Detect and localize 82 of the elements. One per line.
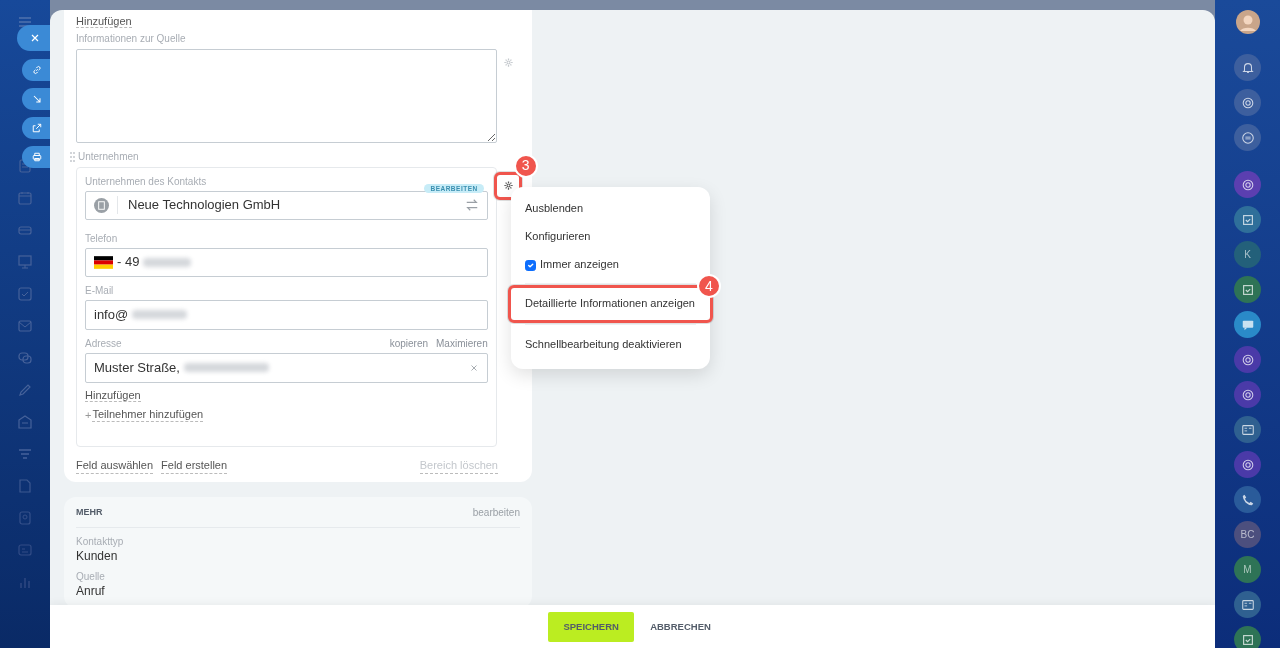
app-button[interactable] xyxy=(1234,381,1261,408)
app-button[interactable] xyxy=(1234,346,1261,373)
app-button[interactable] xyxy=(1234,206,1261,233)
add-link[interactable]: Hinzufügen xyxy=(85,388,141,402)
checkbox-icon xyxy=(17,286,33,302)
menu-item[interactable]: Ausblenden xyxy=(511,195,710,223)
field-value: info@ xyxy=(94,306,129,323)
app-button[interactable] xyxy=(1234,416,1261,443)
save-button[interactable]: SPEICHERN xyxy=(548,611,635,642)
field-label: E-Mail xyxy=(85,284,115,297)
gear-icon xyxy=(502,180,514,192)
drag-handle-icon[interactable] xyxy=(69,150,76,163)
contact-icon xyxy=(17,510,33,526)
calendar-icon xyxy=(17,190,33,206)
arrow-icon xyxy=(31,93,43,105)
task-icon xyxy=(1240,212,1255,227)
cancel-button[interactable]: ABBRECHEN xyxy=(644,619,717,634)
external-link-button[interactable] xyxy=(22,117,52,139)
pencil-icon xyxy=(17,382,33,398)
app-button[interactable] xyxy=(1234,626,1261,648)
company-field[interactable]: Neue Technologien GmbH xyxy=(85,190,488,220)
notification-icon xyxy=(1240,60,1255,75)
address-field[interactable]: Muster Straße, xyxy=(85,352,488,383)
field-link[interactable]: Feld erstellen xyxy=(161,459,228,474)
store-icon xyxy=(17,414,33,430)
field-label: Telefon xyxy=(85,232,119,245)
step-badge: 3 xyxy=(513,153,538,178)
task-icon xyxy=(1240,282,1255,297)
step-badge: 4 xyxy=(697,274,721,298)
user-avatar[interactable]: K xyxy=(1234,241,1261,268)
external-link-icon xyxy=(31,122,43,134)
contact-card-icon xyxy=(1240,422,1255,437)
field-label: Unternehmen des Kontakts xyxy=(85,175,208,188)
checkbox[interactable] xyxy=(525,259,536,271)
link-icon xyxy=(31,64,43,76)
app-button[interactable] xyxy=(1234,171,1261,198)
building-icon xyxy=(94,197,109,213)
app-button[interactable] xyxy=(1234,124,1261,151)
envelope-icon xyxy=(17,318,33,334)
field-value: Anruf xyxy=(76,583,106,599)
app-button[interactable] xyxy=(1234,486,1261,513)
textarea-field[interactable] xyxy=(76,48,497,143)
email-field[interactable]: info@ xyxy=(85,299,488,330)
field-label: Informationen zur Quelle xyxy=(76,32,187,45)
phone-icon xyxy=(1240,492,1255,507)
contact-card-icon xyxy=(1240,597,1255,612)
task-icon xyxy=(1240,632,1255,647)
document-icon xyxy=(17,478,33,494)
close-button[interactable] xyxy=(17,25,52,51)
field-label: Kontakttyp xyxy=(76,535,125,548)
app-button[interactable] xyxy=(1234,54,1261,81)
card-title: MEHR xyxy=(76,506,104,519)
checkbox-label: Immer anzeigen xyxy=(540,258,619,272)
app-button[interactable] xyxy=(1234,451,1261,478)
app-button[interactable] xyxy=(1234,276,1261,303)
phone-field[interactable]: - 49 xyxy=(85,247,488,277)
field-value: Neue Technologien GmbH xyxy=(128,197,282,213)
printer-icon xyxy=(31,151,43,163)
app-button[interactable] xyxy=(1234,89,1261,116)
field-value: - 49 xyxy=(117,254,140,270)
avatar[interactable] xyxy=(1235,10,1260,34)
menu-item[interactable]: Schnellbearbeitung deaktivieren xyxy=(511,329,710,361)
menu-item[interactable]: Konfigurieren xyxy=(511,223,710,251)
print-button[interactable] xyxy=(22,146,52,168)
field-label: Adresse xyxy=(85,337,123,350)
flag-icon xyxy=(94,255,113,269)
app-button[interactable] xyxy=(1234,591,1261,618)
field-link[interactable]: Feld auswählen xyxy=(76,459,154,474)
arrow-button[interactable] xyxy=(22,88,52,110)
field-value: Muster Straße, xyxy=(94,359,180,376)
user-avatar[interactable]: BC xyxy=(1234,521,1261,548)
presentation-icon xyxy=(17,254,33,270)
swap-icon xyxy=(464,198,479,213)
app-button[interactable] xyxy=(1234,311,1261,338)
section-title: Unternehmen xyxy=(78,150,139,163)
add-participant-link[interactable]: Teilnehmer hinzufügen xyxy=(92,408,204,423)
filter-icon xyxy=(17,446,33,462)
add-link[interactable]: Hinzufügen xyxy=(76,15,132,28)
card-icon xyxy=(17,542,33,558)
link-button[interactable] xyxy=(22,59,52,81)
field-label: Quelle xyxy=(76,570,106,583)
field-value: Kunden xyxy=(76,548,119,563)
